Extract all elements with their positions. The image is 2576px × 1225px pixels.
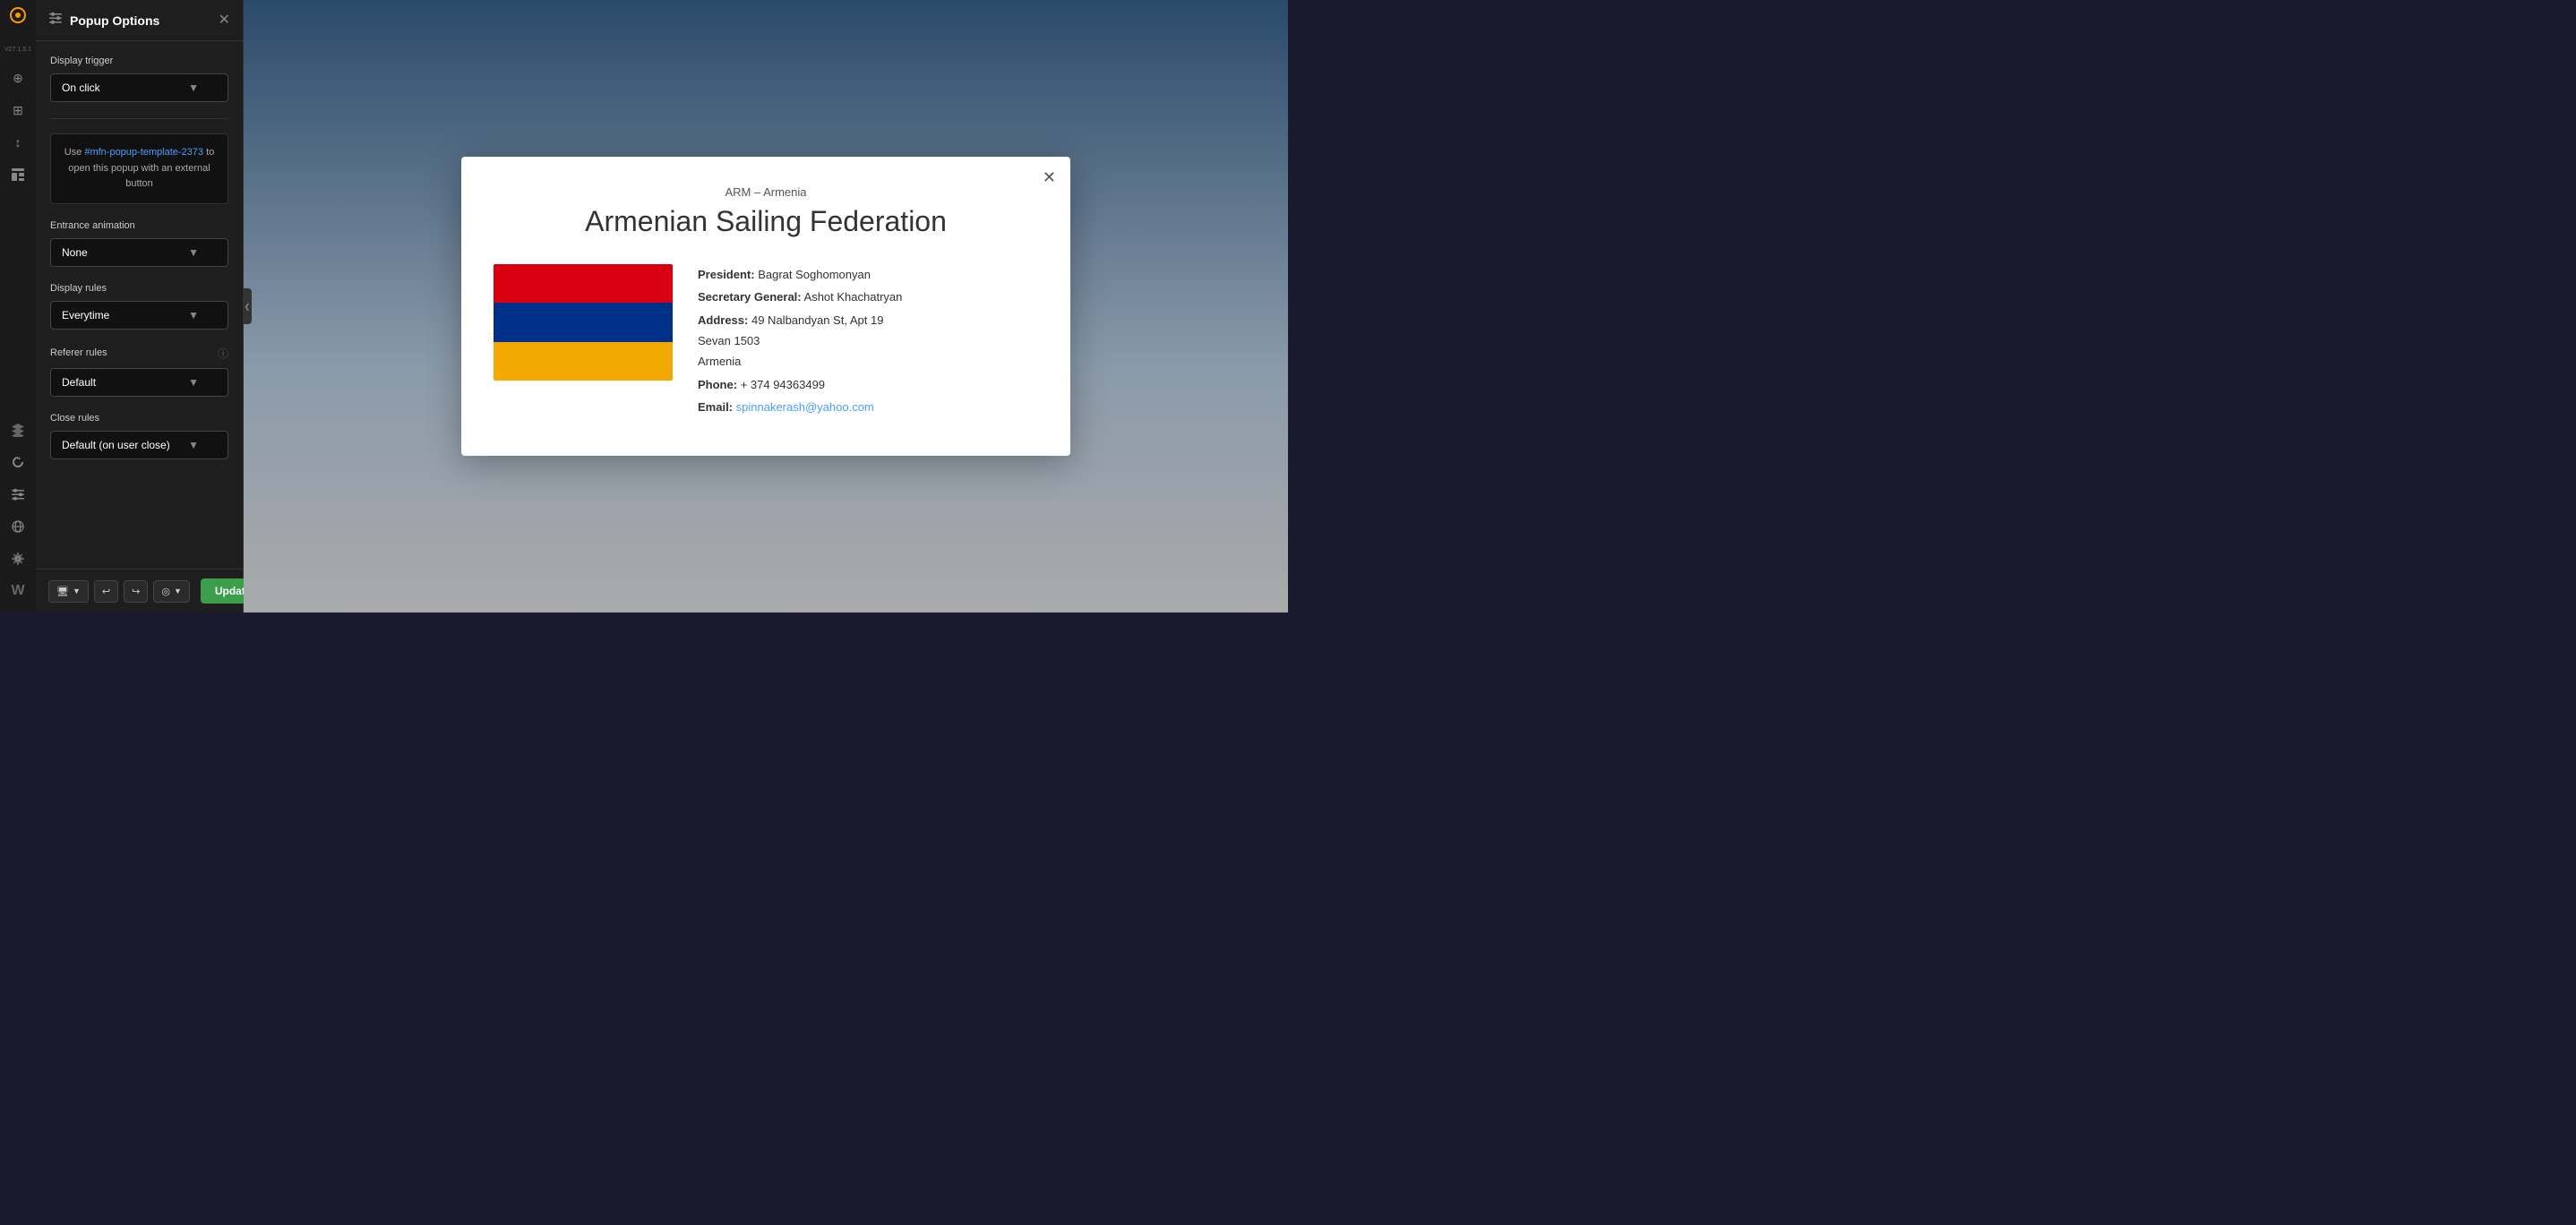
- display-rules-label: Display rules: [50, 283, 228, 294]
- display-rules-select[interactable]: Everytime ▼: [50, 301, 228, 330]
- target-arrow-icon: ▼: [174, 587, 182, 595]
- panel-header-left: Popup Options: [48, 11, 159, 30]
- phone-value: + 374 94363499: [741, 378, 825, 391]
- close-rules-value: Default (on user close): [62, 439, 170, 451]
- panel-header: Popup Options ✕: [36, 0, 243, 41]
- display-trigger-select[interactable]: On click ▼: [50, 73, 228, 102]
- entrance-animation-select[interactable]: None ▼: [50, 238, 228, 267]
- undo-icon: ↩: [102, 586, 110, 597]
- layout-icon[interactable]: ⊞: [4, 96, 32, 124]
- target-toolbar-group: ◎ ▼: [153, 580, 190, 603]
- popup-close-button[interactable]: ✕: [1043, 169, 1056, 185]
- display-trigger-value: On click: [62, 81, 100, 94]
- phone-label: Phone:: [698, 378, 737, 391]
- display-rules-select-wrapper: Everytime ▼: [50, 301, 228, 330]
- entrance-animation-group: Entrance animation None ▼: [50, 220, 228, 267]
- flag-orange-stripe: [494, 342, 673, 381]
- popup-modal: ✕ ARM – Armenia Armenian Sailing Federat…: [461, 157, 1070, 455]
- address-row: Address: 49 Nalbandyan St, Apt 19Sevan 1…: [698, 310, 1038, 373]
- referer-rules-label: Referer rules ⓘ: [50, 346, 228, 361]
- device-select-button[interactable]: 🖥 ▼: [48, 580, 89, 603]
- import-export-icon[interactable]: ↕: [4, 128, 32, 157]
- collapse-handle[interactable]: ❮: [243, 288, 252, 324]
- referer-rules-group: Referer rules ⓘ Default ▼: [50, 346, 228, 397]
- display-trigger-label: Display trigger: [50, 56, 228, 66]
- display-trigger-group: Display trigger On click ▼: [50, 56, 228, 102]
- display-trigger-arrow-icon: ▼: [188, 81, 199, 94]
- settings-sliders-icon[interactable]: [4, 480, 32, 509]
- popup-title: Armenian Sailing Federation: [494, 204, 1038, 238]
- entrance-animation-value: None: [62, 246, 88, 259]
- phone-row: Phone: + 374 94363499: [698, 374, 1038, 395]
- undo-button[interactable]: ↩: [94, 580, 118, 603]
- secretary-label: Secretary General:: [698, 290, 802, 304]
- divider-1: [50, 118, 228, 119]
- referer-rules-label-text: Referer rules: [50, 347, 107, 358]
- layers-icon[interactable]: [4, 415, 32, 444]
- redo-button[interactable]: ↪: [124, 580, 148, 603]
- email-label: Email:: [698, 400, 733, 414]
- desktop-icon: 🖥: [56, 586, 69, 597]
- president-row: President: Bagrat Soghomonyan: [698, 264, 1038, 285]
- email-row: Email: spinnakerash@yahoo.com: [698, 397, 1038, 417]
- close-rules-select-wrapper: Default (on user close) ▼: [50, 431, 228, 459]
- referer-rules-arrow-icon: ▼: [188, 376, 199, 389]
- wordpress-icon[interactable]: W: [4, 577, 32, 605]
- address-label: Address:: [698, 313, 748, 327]
- panel-close-button[interactable]: ✕: [219, 13, 230, 28]
- globe-icon[interactable]: [4, 512, 32, 541]
- panel-body: Display trigger On click ▼ Use #mfn-popu…: [36, 41, 243, 569]
- gear-icon[interactable]: [4, 544, 32, 573]
- close-rules-select[interactable]: Default (on user close) ▼: [50, 431, 228, 459]
- entrance-animation-select-wrapper: None ▼: [50, 238, 228, 267]
- version-label: V27.1.5.1: [4, 47, 31, 53]
- device-toolbar-group: 🖥 ▼: [48, 580, 89, 603]
- target-icon: ◎: [161, 586, 170, 597]
- add-element-icon[interactable]: ⊕: [4, 64, 32, 92]
- close-rules-group: Close rules Default (on user close) ▼: [50, 413, 228, 459]
- flag-container: [494, 264, 673, 381]
- options-icon: [48, 11, 63, 30]
- history-icon[interactable]: [4, 448, 32, 476]
- left-panel: Popup Options ✕ Display trigger On click…: [36, 0, 244, 612]
- app-logo: [5, 7, 30, 25]
- president-label: President:: [698, 268, 755, 281]
- target-select-button[interactable]: ◎ ▼: [153, 580, 190, 603]
- device-arrow-icon: ▼: [73, 587, 81, 595]
- close-rules-arrow-icon: ▼: [188, 439, 199, 451]
- icon-bar: V27.1.5.1 ⊕ ⊞ ↕: [0, 0, 36, 612]
- referer-rules-select[interactable]: Default ▼: [50, 368, 228, 397]
- entrance-animation-arrow-icon: ▼: [188, 246, 199, 259]
- popup-template-link[interactable]: #mfn-popup-template-2373: [84, 147, 203, 158]
- close-rules-label: Close rules: [50, 413, 228, 424]
- redo-icon: ↪: [132, 586, 140, 597]
- display-rules-value: Everytime: [62, 309, 109, 321]
- referer-rules-help-icon[interactable]: ⓘ: [218, 346, 228, 361]
- referer-rules-value: Default: [62, 376, 96, 389]
- display-rules-group: Display rules Everytime ▼: [50, 283, 228, 330]
- display-rules-arrow-icon: ▼: [188, 309, 199, 321]
- bottom-toolbar: 🖥 ▼ ↩ ↪ ◎ ▼ Update ▼: [36, 569, 243, 612]
- secretary-value: Ashot Khachatryan: [804, 290, 903, 304]
- email-value[interactable]: spinnakerash@yahoo.com: [736, 400, 874, 414]
- flag-blue-stripe: [494, 303, 673, 342]
- president-value: Bagrat Soghomonyan: [758, 268, 871, 281]
- flag-red-stripe: [494, 264, 673, 303]
- popup-subtitle: ARM – Armenia: [494, 185, 1038, 199]
- armenia-flag: [494, 264, 673, 381]
- main-content: ❮ ✕ ARM – Armenia Armenian Sailing Feder…: [244, 0, 1288, 612]
- popup-body: President: Bagrat Soghomonyan Secretary …: [494, 264, 1038, 420]
- secretary-row: Secretary General: Ashot Khachatryan: [698, 287, 1038, 307]
- info-box: Use #mfn-popup-template-2373 to open thi…: [50, 133, 228, 204]
- referer-rules-select-wrapper: Default ▼: [50, 368, 228, 397]
- panel-title: Popup Options: [70, 13, 159, 28]
- entrance-animation-label: Entrance animation: [50, 220, 228, 231]
- display-trigger-select-wrapper: On click ▼: [50, 73, 228, 102]
- popup-info: President: Bagrat Soghomonyan Secretary …: [698, 264, 1038, 420]
- info-pre-text: Use: [64, 147, 82, 158]
- template-icon[interactable]: [4, 160, 32, 189]
